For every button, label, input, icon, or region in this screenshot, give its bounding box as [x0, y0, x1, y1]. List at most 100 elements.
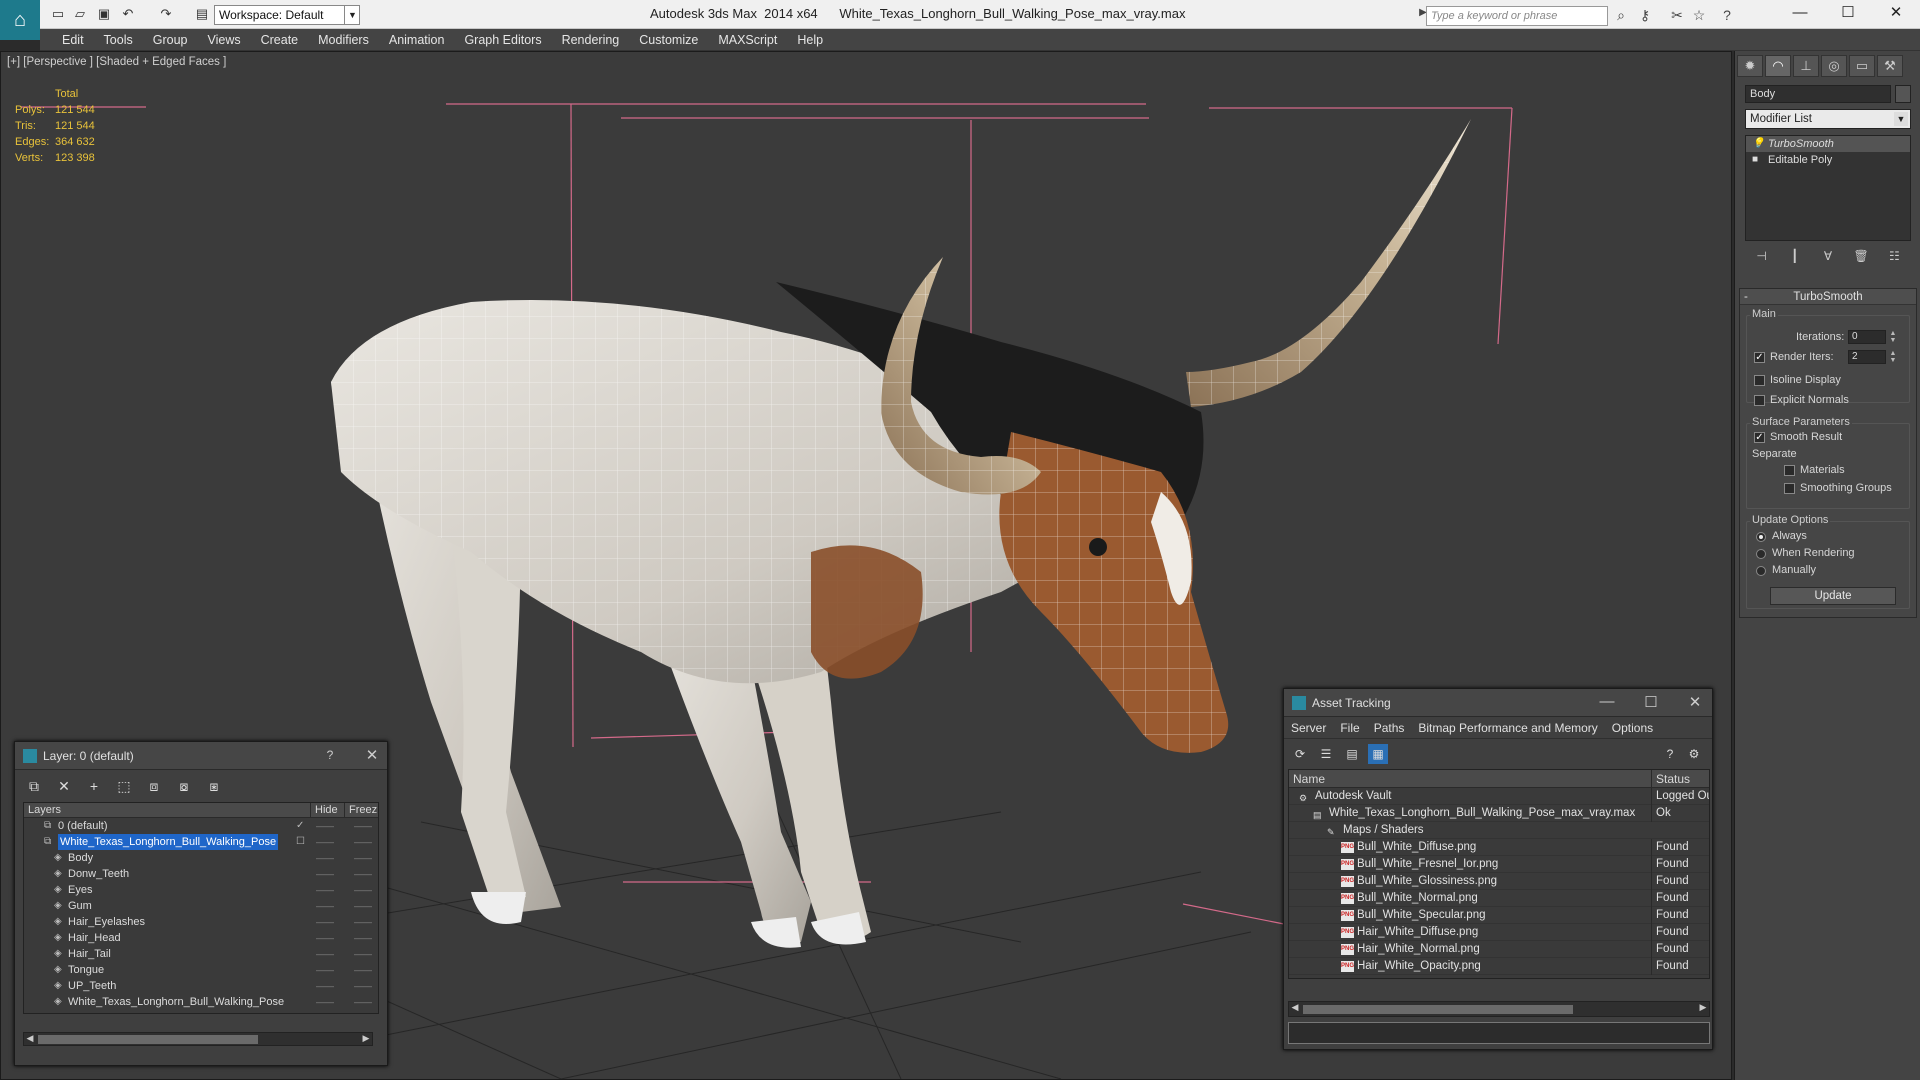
hide-toggle[interactable]: ——	[316, 962, 334, 978]
hide-toggle[interactable]: ——	[316, 866, 334, 882]
explicit-normals-checkbox[interactable]	[1754, 395, 1765, 406]
scroll-right-icon[interactable]: ▶	[1697, 1002, 1709, 1013]
freeze-toggle[interactable]: ——	[354, 834, 372, 850]
asset-row[interactable]: ▤ White_Texas_Longhorn_Bull_Walking_Pose_…	[1289, 805, 1709, 822]
key-icon[interactable]: ⚷	[1636, 7, 1654, 24]
hide-toggle[interactable]: ——	[316, 882, 334, 898]
star-icon[interactable]: ☆	[1690, 7, 1708, 24]
layer-scrollbar[interactable]: ◀ ▶	[23, 1032, 373, 1046]
iterations-spinner[interactable]: 0	[1848, 330, 1886, 344]
col-name[interactable]: Name	[1293, 770, 1325, 788]
remove-modifier-icon[interactable]: 🗑	[1851, 247, 1871, 265]
menu-group[interactable]: Group	[143, 29, 198, 51]
freeze-toggle[interactable]: ——	[354, 994, 372, 1010]
col-freeze[interactable]: Freez	[344, 803, 377, 818]
set-current-icon[interactable]: ☐	[296, 834, 305, 850]
freeze-toggle[interactable]: ——	[354, 962, 372, 978]
scroll-thumb[interactable]	[1303, 1005, 1573, 1014]
col-layers[interactable]: Layers	[28, 803, 61, 818]
spinner-arrows-icon[interactable]: ▲ ▼	[1888, 350, 1898, 364]
options-icon[interactable]: ⚙	[1684, 744, 1704, 764]
layer-row[interactable]: ◈ UP_Teeth —— ——	[24, 978, 378, 994]
viewport-label[interactable]: [+] [Perspective ] [Shaded + Edged Faces…	[7, 56, 226, 68]
col-status[interactable]: Status	[1651, 770, 1690, 788]
delete-layer-icon[interactable]: ✕	[53, 776, 75, 796]
hide-toggle[interactable]: ——	[316, 898, 334, 914]
minimize-button[interactable]: —	[1596, 693, 1618, 710]
maximize-button[interactable]: ☐	[1825, 0, 1871, 29]
freeze-toggle[interactable]: ——	[354, 930, 372, 946]
expand-icon[interactable]: ■	[1752, 152, 1758, 168]
freeze-toggle[interactable]: ——	[354, 978, 372, 994]
modify-tab-icon[interactable]: ◠	[1765, 55, 1791, 77]
isoline-display-checkbox[interactable]	[1754, 375, 1765, 386]
layer-dialog-titlebar[interactable]: Layer: 0 (default) ? ✕	[15, 742, 387, 770]
table-view-icon[interactable]: ▦	[1368, 744, 1388, 764]
current-layer-check-icon[interactable]: ✓	[296, 818, 304, 834]
add-to-layer-icon[interactable]: +	[83, 776, 105, 796]
show-end-result-icon[interactable]: ┃	[1785, 247, 1805, 265]
layer-row[interactable]: ◈ Hair_Eyelashes —— ——	[24, 914, 378, 930]
col-hide[interactable]: Hide	[310, 803, 338, 818]
smoothing-groups-checkbox[interactable]	[1784, 483, 1795, 494]
utilities-tab-icon[interactable]: ⚒	[1877, 55, 1903, 77]
modifier-list-dropdown[interactable]: Modifier List ▼	[1745, 109, 1911, 129]
exchange-icon[interactable]: ✂	[1668, 7, 1686, 24]
asset-row[interactable]: ✎ Maps / Shaders	[1289, 822, 1709, 839]
freeze-toggle[interactable]: ——	[354, 850, 372, 866]
help-icon[interactable]: ?	[1718, 7, 1736, 23]
always-radio[interactable]	[1756, 532, 1766, 542]
new-file-icon[interactable]: ▭	[50, 6, 66, 22]
app-logo-icon[interactable]: ⌂	[0, 0, 40, 40]
hide-toggle[interactable]: ——	[316, 914, 334, 930]
help-icon[interactable]: ?	[1660, 744, 1680, 764]
update-button[interactable]: Update	[1770, 587, 1896, 605]
asset-menu-options[interactable]: Options	[1605, 717, 1660, 739]
hide-toggle[interactable]: ——	[316, 946, 334, 962]
highlight-layer-icon[interactable]: ⧈	[143, 776, 165, 796]
freeze-toggle[interactable]: ——	[354, 818, 372, 834]
configure-sets-icon[interactable]: ☷	[1884, 247, 1904, 265]
asset-row[interactable]: PNG Bull_White_Fresnel_Ior.png Found	[1289, 856, 1709, 873]
workspace-dropdown[interactable]: Workspace: Default	[214, 5, 360, 25]
scroll-thumb[interactable]	[38, 1035, 258, 1044]
menu-maxscript[interactable]: MAXScript	[708, 29, 787, 51]
menu-graph-editors[interactable]: Graph Editors	[454, 29, 551, 51]
hierarchy-tab-icon[interactable]: ⊥	[1793, 55, 1819, 77]
menu-animation[interactable]: Animation	[379, 29, 455, 51]
freeze-all-icon[interactable]: ⧆	[203, 776, 225, 796]
help-button[interactable]: ?	[319, 748, 341, 762]
menu-rendering[interactable]: Rendering	[552, 29, 630, 51]
pin-stack-icon[interactable]: ⊣	[1752, 247, 1772, 265]
menu-help[interactable]: Help	[787, 29, 833, 51]
layer-row[interactable]: ◈ White_Texas_Longhorn_Bull_Walking_Pose —…	[24, 994, 378, 1010]
hide-toggle[interactable]: ——	[316, 978, 334, 994]
close-button[interactable]: ✕	[1684, 693, 1706, 711]
lightbulb-icon[interactable]: 💡	[1752, 136, 1764, 152]
close-button[interactable]: ✕	[361, 746, 383, 764]
select-objects-icon[interactable]: ⬚	[113, 776, 135, 796]
render-iters-spinner[interactable]: 2	[1848, 350, 1886, 364]
tree-view-icon[interactable]: ▤	[1342, 744, 1362, 764]
hide-toggle[interactable]: ——	[316, 850, 334, 866]
menu-views[interactable]: Views	[197, 29, 250, 51]
layer-row[interactable]: ◈ Eyes —— ——	[24, 882, 378, 898]
chevron-down-icon[interactable]: ▼	[344, 5, 360, 25]
rollout-header[interactable]: - TurboSmooth	[1740, 289, 1916, 305]
render-iters-checkbox[interactable]: ✓	[1754, 352, 1765, 363]
layer-row[interactable]: ◈ Gum —— ——	[24, 898, 378, 914]
materials-checkbox[interactable]	[1784, 465, 1795, 476]
asset-dialog-titlebar[interactable]: Asset Tracking — ☐ ✕	[1284, 689, 1712, 717]
maximize-button[interactable]: ☐	[1640, 693, 1662, 711]
asset-row[interactable]: PNG Bull_White_Specular.png Found	[1289, 907, 1709, 924]
layer-row[interactable]: ◈ Tongue —— ——	[24, 962, 378, 978]
hide-toggle[interactable]: ——	[316, 834, 334, 850]
menu-create[interactable]: Create	[251, 29, 309, 51]
layer-row[interactable]: ⧉ 0 (default) —— —— ✓	[24, 818, 378, 834]
layer-row[interactable]: ◈ Hair_Head —— ——	[24, 930, 378, 946]
asset-row[interactable]: PNG Hair_White_Opacity.png Found	[1289, 958, 1709, 975]
redo-icon[interactable]: ↷	[158, 6, 174, 22]
new-layer-icon[interactable]: ⧉	[23, 776, 45, 796]
undo-icon[interactable]: ↶	[120, 6, 136, 22]
stack-item-turbosmooth[interactable]: 💡 TurboSmooth	[1746, 136, 1910, 152]
